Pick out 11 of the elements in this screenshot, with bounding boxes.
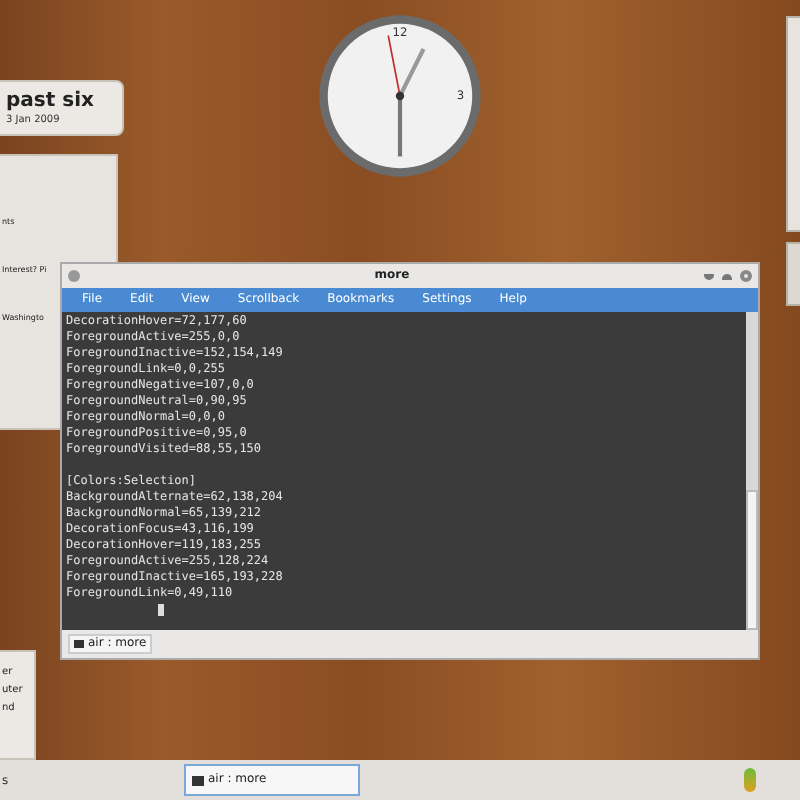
side-panel: [786, 242, 800, 306]
terminal-icon: [192, 775, 204, 785]
tray-icon[interactable]: [744, 768, 756, 792]
scrollbar[interactable]: [746, 312, 758, 630]
app-icon: [68, 270, 80, 282]
maximize-icon[interactable]: [722, 273, 732, 279]
time-text: past six: [6, 91, 96, 111]
close-icon[interactable]: [740, 270, 752, 282]
minimize-icon[interactable]: [704, 273, 714, 279]
terminal-icon: [74, 640, 84, 648]
text-cursor: [158, 604, 164, 616]
